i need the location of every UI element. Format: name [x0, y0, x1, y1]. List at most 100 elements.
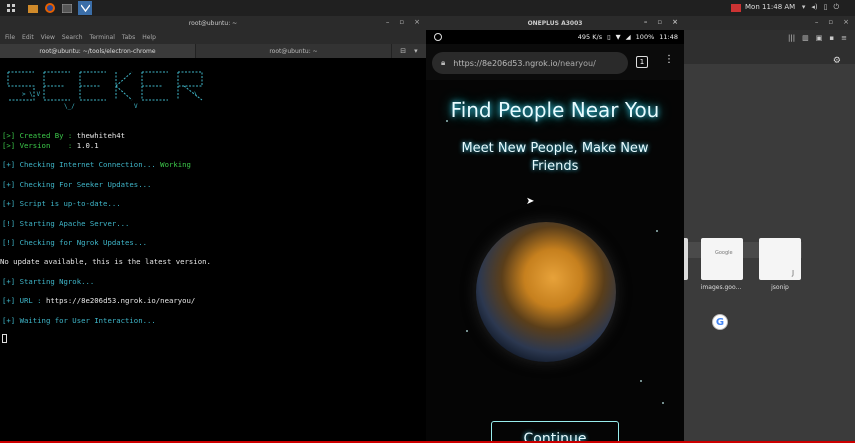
web-page: Find People Near You Meet New People, Ma… — [426, 80, 684, 443]
page-heading: Find People Near You — [450, 98, 660, 122]
tab-count: 1 — [639, 58, 645, 66]
menu-search[interactable]: Search — [62, 34, 83, 41]
phone-time: 11:48 — [659, 33, 678, 41]
output-line: [+] Checking Internet Connection... Work… — [2, 160, 191, 169]
minimize-icon[interactable]: – — [386, 18, 390, 26]
output-line: [+] Checking For Seeker Updates... — [2, 180, 152, 189]
minimize-icon[interactable]: – — [815, 18, 819, 26]
output-line: [>] Created By : thewhiteh4t — [2, 131, 126, 140]
library-icon[interactable]: ||| — [788, 34, 795, 42]
battery-level: 100% — [635, 33, 655, 41]
power-icon: ⏻ — [833, 3, 839, 11]
notification-icon — [434, 33, 442, 41]
star — [662, 402, 664, 404]
extension-icon[interactable]: ▣ — [816, 34, 823, 42]
output-line: [+] Starting Ngrok... — [2, 277, 95, 286]
menu-terminal[interactable]: Terminal — [90, 34, 115, 41]
pocket-icon[interactable]: ▪ — [829, 34, 834, 42]
menu-help[interactable]: Help — [142, 34, 156, 41]
continue-button[interactable]: Continue — [491, 421, 619, 443]
maximize-icon[interactable]: ▫ — [828, 18, 833, 26]
chrome-window: – ▫ × ||| ▥ ▣ ▪ ≡ ⚙ → Google G images.go… — [680, 16, 855, 443]
files-icon[interactable] — [27, 2, 39, 14]
chrome-indicator-icon[interactable] — [730, 2, 742, 14]
terminal-tabbar: root@ubuntu: ~/tools/electron-chrome roo… — [0, 44, 426, 58]
clock[interactable]: Mon 11:48 AM — [745, 3, 795, 11]
tile-letter: J — [792, 269, 795, 277]
terminal-icon[interactable] — [61, 2, 73, 14]
apps-icon[interactable] — [5, 2, 17, 14]
output-line: [!] Starting Apache Server... — [2, 219, 130, 228]
top-site-tile[interactable]: Google — [701, 238, 743, 280]
star — [656, 230, 658, 232]
chrome-titlebar[interactable]: – ▫ × — [684, 16, 855, 30]
signal-icon: ◢ — [625, 33, 631, 41]
output-line: [>] Version : 1.0.1 — [2, 141, 99, 150]
output-line: [+] Waiting for User Interaction... — [2, 316, 156, 325]
tab-electron-chrome[interactable]: root@ubuntu: ~/tools/electron-chrome — [0, 44, 196, 58]
star — [640, 380, 642, 382]
tab-menu-icon[interactable]: ▾ — [414, 47, 418, 55]
vpn-icon[interactable] — [78, 1, 92, 15]
terminal-titlebar[interactable]: root@ubuntu: ~ – ▫ × — [0, 16, 426, 30]
sidebar-icon[interactable]: ▥ — [802, 34, 809, 42]
menu-file[interactable]: File — [5, 34, 15, 41]
mouse-pointer-icon: ➤ — [526, 196, 535, 207]
system-tray[interactable]: ▾ ◂) ▯ ⏻ — [802, 3, 839, 12]
minimize-icon[interactable]: – — [644, 18, 648, 26]
vibrate-icon: ▯ — [607, 33, 611, 41]
terminal-output[interactable]: > \ V \_/ V \ [>] Created By : thewhiteh… — [0, 58, 426, 443]
output-line: [+] Script is up-to-date... — [2, 199, 121, 208]
maximize-icon[interactable]: ▫ — [399, 18, 404, 26]
terminal-cursor — [2, 334, 7, 343]
svg-text:V: V — [134, 103, 138, 110]
url-bar[interactable]: 🔒︎ https://8e206d53.ngrok.io/nearyou/ — [432, 52, 628, 74]
tab-label: root@ubuntu: ~ — [269, 47, 318, 55]
volume-icon: ◂) — [811, 3, 818, 11]
wifi-icon: ▼ — [615, 33, 621, 41]
menu-view[interactable]: View — [41, 34, 55, 41]
phone-status-bar: 495 K/s ▯ ▼ ◢ 100% 11:48 — [426, 30, 684, 44]
tile-caption: images.goo... — [700, 284, 742, 291]
page-subheading: Meet New People, Make New Friends — [461, 141, 649, 174]
terminal-title: root@ubuntu: ~ — [188, 19, 238, 27]
svg-text:\_/: \_/ — [64, 103, 75, 110]
tab-label: root@ubuntu: ~/tools/electron-chrome — [39, 47, 156, 55]
network-icon: ▾ — [801, 3, 806, 11]
star — [466, 330, 468, 332]
url-path: /nearyou/ — [557, 58, 596, 68]
maximize-icon[interactable]: ▫ — [657, 18, 662, 26]
battery-icon: ▯ — [823, 3, 828, 11]
top-bar: Mon 11:48 AM ▾ ◂) ▯ ⏻ — [0, 0, 855, 16]
google-icon: G — [712, 314, 728, 330]
menu-tabs[interactable]: Tabs — [122, 34, 135, 41]
svg-text:> \ V: > \ V — [22, 91, 40, 98]
tab-switcher-button[interactable]: 1 — [636, 56, 648, 68]
close-icon[interactable]: × — [414, 18, 420, 26]
phone-mirror-window: ONEPLUS A3003 – ▫ × 495 K/s ▯ ▼ ◢ 100% 1… — [426, 16, 684, 443]
seeker-ascii-banner: > \ V \_/ V \ — [7, 71, 203, 110]
new-tab-page: → Google G images.goo... J jsonip — [680, 64, 855, 443]
menu-edit[interactable]: Edit — [22, 34, 34, 41]
top-site-tile[interactable] — [759, 238, 801, 280]
terminal-window: root@ubuntu: ~ – ▫ × File Edit View Sear… — [0, 16, 426, 443]
close-icon[interactable]: × — [672, 18, 678, 26]
output-line: No update available, this is the latest … — [0, 257, 211, 266]
url-host: https://8e206d53.ngrok.io — [453, 58, 558, 68]
phone-titlebar[interactable]: ONEPLUS A3003 – ▫ × — [426, 16, 684, 30]
overflow-menu-icon[interactable]: ⋮ — [664, 54, 674, 65]
terminal-menubar: File Edit View Search Terminal Tabs Help — [0, 30, 426, 44]
output-line: [+] URL : https://8e206d53.ngrok.io/near… — [2, 296, 196, 305]
network-speed: 495 K/s — [577, 33, 603, 41]
firefox-icon[interactable] — [44, 2, 56, 14]
phone-title: ONEPLUS A3003 — [527, 19, 583, 27]
menu-icon[interactable]: ≡ — [841, 34, 847, 42]
google-wordmark: Google — [715, 250, 733, 256]
close-icon[interactable]: × — [843, 18, 849, 26]
lock-icon: 🔒︎ — [441, 58, 446, 67]
earth-globe-image — [476, 222, 616, 362]
chrome-toolbar: ||| ▥ ▣ ▪ ≡ — [684, 30, 855, 64]
output-line: [!] Checking for Ngrok Updates... — [2, 238, 147, 247]
new-tab-icon[interactable]: ⊟ — [400, 47, 406, 55]
tab-home[interactable]: root@ubuntu: ~ — [196, 44, 392, 58]
